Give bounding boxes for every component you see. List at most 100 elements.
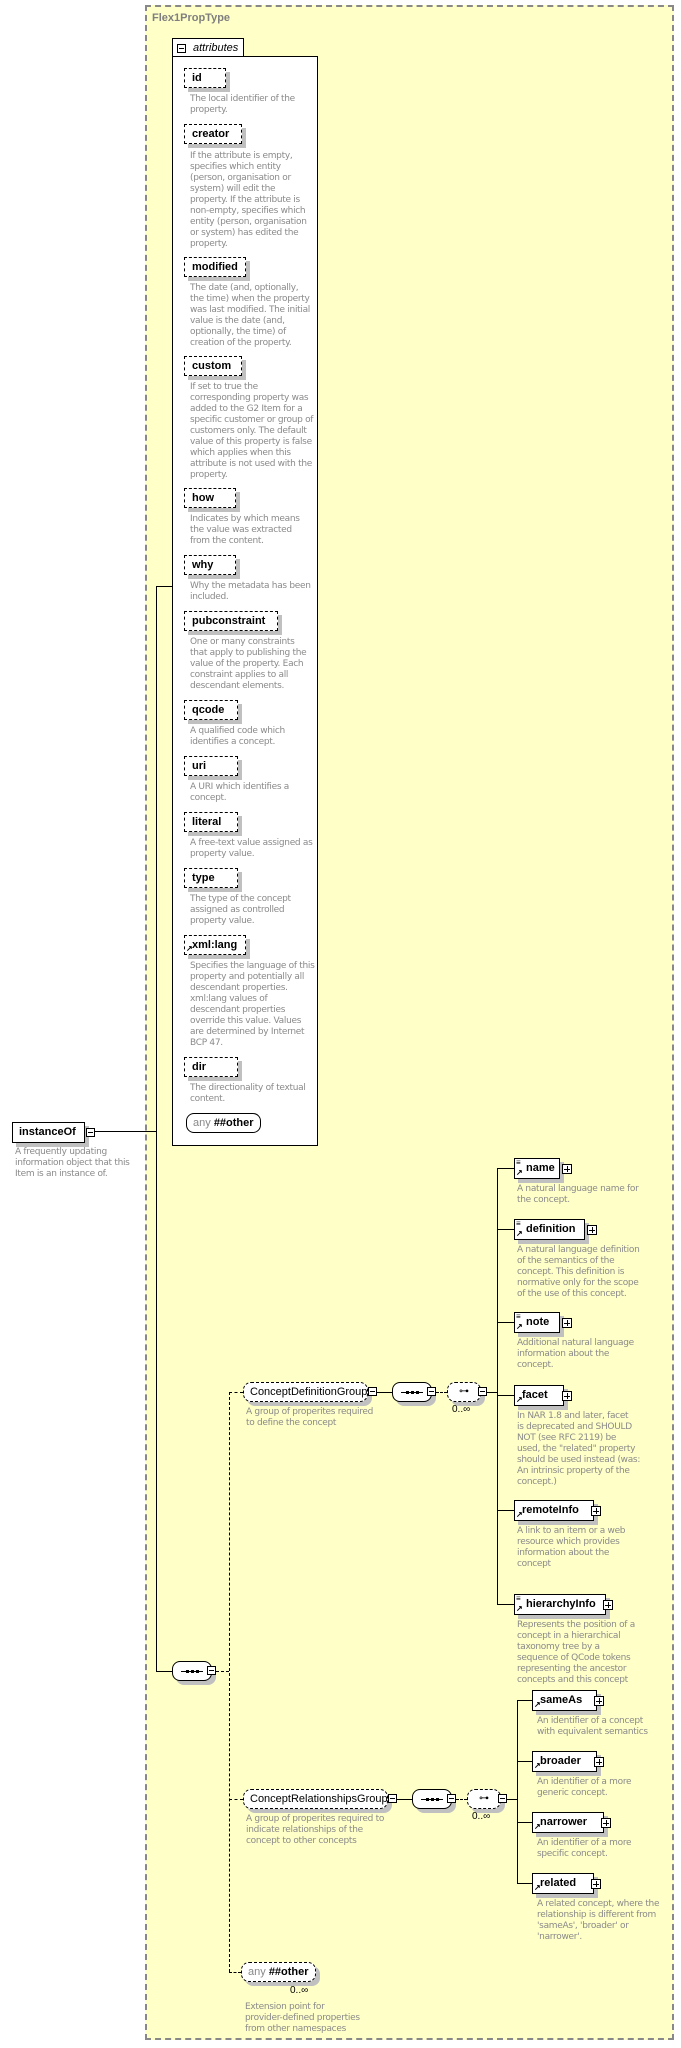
collapse-icon[interactable] [498, 1794, 507, 1803]
element-definition[interactable]: ≡ ↗ definition [514, 1219, 597, 1240]
attribute-label: uri [192, 760, 207, 772]
reference-arrow-icon: ↗ [516, 1229, 523, 1238]
group-concept-relationships[interactable]: ConceptRelationshipsGroup [243, 1789, 388, 1809]
connector [497, 1168, 514, 1169]
sequence-compositor[interactable] [412, 1789, 452, 1809]
connector [94, 1131, 156, 1132]
attribute-type[interactable]: type [184, 868, 238, 888]
element-sameas[interactable]: ↗ sameAs [532, 1690, 604, 1711]
attribute-pubconstraint[interactable]: pubconstraint [184, 611, 278, 631]
connector [216, 1671, 229, 1672]
element-description: A natural language name for the concept. [517, 1184, 639, 1205]
connector [517, 1700, 518, 1883]
element-facet[interactable]: ↗ facet [514, 1385, 572, 1406]
attribute-modified[interactable]: modified [184, 257, 246, 277]
attribute-label: creator [192, 128, 230, 140]
expand-icon[interactable] [562, 1164, 572, 1174]
expand-icon[interactable] [601, 1818, 611, 1828]
collapse-icon[interactable] [478, 1387, 487, 1396]
expand-icon[interactable] [603, 1600, 613, 1610]
element-label: definition [526, 1223, 576, 1235]
attribute-description: Indicates by which means the value was e… [190, 514, 300, 546]
attribute-why[interactable]: why [184, 555, 236, 575]
attribute-label: why [192, 559, 214, 571]
connector [377, 1392, 392, 1393]
collapse-icon[interactable] [86, 1128, 95, 1137]
list-icon: ≡ [516, 1594, 521, 1603]
attribute-xml-lang[interactable]: ↗ xml:lang [184, 935, 246, 955]
attribute-creator[interactable]: creator [184, 124, 242, 144]
attribute-label: xml:lang [192, 939, 238, 951]
element-description: Additional natural language information … [517, 1338, 634, 1370]
any-keyword: any [248, 1966, 266, 1978]
collapse-icon[interactable] [427, 1387, 436, 1396]
expand-icon[interactable] [594, 1757, 604, 1767]
reference-arrow-icon: ↗ [186, 944, 193, 953]
expand-icon[interactable] [587, 1225, 597, 1235]
element-label: broader [540, 1755, 581, 1767]
expand-icon[interactable] [591, 1879, 601, 1889]
attribute-custom[interactable]: custom [184, 356, 242, 376]
attribute-id[interactable]: id [184, 68, 226, 88]
element-hierarchyinfo[interactable]: ≡ ↗ hierarchyInfo [514, 1594, 613, 1615]
attribute-dir[interactable]: dir [184, 1057, 238, 1077]
element-narrower[interactable]: ↗ narrower [532, 1812, 611, 1833]
connector [497, 1322, 514, 1323]
element-related[interactable]: ↗ related [532, 1873, 601, 1894]
connector [517, 1822, 532, 1823]
connector [517, 1761, 532, 1762]
expand-icon[interactable] [591, 1506, 601, 1516]
attribute-label: dir [192, 1061, 207, 1073]
connector [229, 1392, 230, 1972]
sequence-compositor[interactable] [392, 1382, 432, 1402]
element-name[interactable]: ≡ ↗ name [514, 1158, 572, 1179]
attribute-uri[interactable]: uri [184, 756, 238, 776]
expand-icon[interactable] [562, 1318, 572, 1328]
connector [497, 1168, 498, 1604]
connector [436, 1392, 447, 1393]
collapse-icon[interactable] [207, 1666, 216, 1675]
element-broader[interactable]: ↗ broader [532, 1751, 604, 1772]
group-concept-definition[interactable]: ConceptDefinitionGroup [243, 1382, 368, 1402]
choice-compositor[interactable]: ⊶ [467, 1789, 501, 1809]
connector [229, 1392, 243, 1393]
connector [497, 1229, 514, 1230]
sequence-dot [186, 1670, 189, 1673]
element-description: An identifier of a more specific concept… [537, 1838, 632, 1859]
reference-arrow-icon: ↗ [516, 1168, 523, 1177]
attribute-label: custom [192, 360, 232, 372]
collapse-icon[interactable] [447, 1794, 456, 1803]
sequence-compositor[interactable] [172, 1661, 212, 1681]
attribute-how[interactable]: how [184, 488, 236, 508]
connector [156, 586, 157, 1671]
collapse-icon[interactable] [368, 1387, 377, 1396]
attribute-description: A qualified code which identifies a conc… [190, 726, 285, 747]
attribute-label: literal [192, 816, 222, 828]
choice-compositor[interactable]: ⊶ [447, 1382, 481, 1402]
connector [229, 1799, 243, 1800]
attributes-tab[interactable]: attributes [172, 38, 244, 57]
element-description: In NAR 1.8 and later, facet is deprecate… [517, 1411, 641, 1487]
root-element-instanceof[interactable]: instanceOf [12, 1122, 95, 1143]
element-note[interactable]: ≡ ↗ note [514, 1312, 572, 1333]
any-keyword: any [193, 1117, 211, 1129]
attribute-description: If set to true the corresponding propert… [190, 382, 314, 480]
attribute-qcode[interactable]: qcode [184, 700, 238, 720]
root-description: A frequently updating information object… [15, 1147, 130, 1179]
attribute-description: A URI which identifies a concept. [190, 782, 290, 803]
collapse-icon[interactable] [177, 44, 186, 53]
connector [517, 1883, 532, 1884]
expand-icon[interactable] [562, 1391, 572, 1401]
attribute-literal[interactable]: literal [184, 812, 238, 832]
connector [497, 1395, 514, 1396]
collapse-icon[interactable] [388, 1794, 397, 1803]
any-element-wildcard[interactable]: any ##other [241, 1962, 316, 1982]
list-icon: ≡ [516, 1158, 521, 1167]
element-remoteinfo[interactable]: ↗ remoteInfo [514, 1500, 601, 1521]
sequence-dot [191, 1670, 194, 1673]
attributes-label: attributes [193, 42, 239, 54]
attribute-description: Specifies the language of this property … [190, 961, 315, 1048]
any-attribute-wildcard[interactable]: any ##other [186, 1113, 261, 1133]
attribute-label: modified [192, 261, 238, 273]
expand-icon[interactable] [594, 1696, 604, 1706]
